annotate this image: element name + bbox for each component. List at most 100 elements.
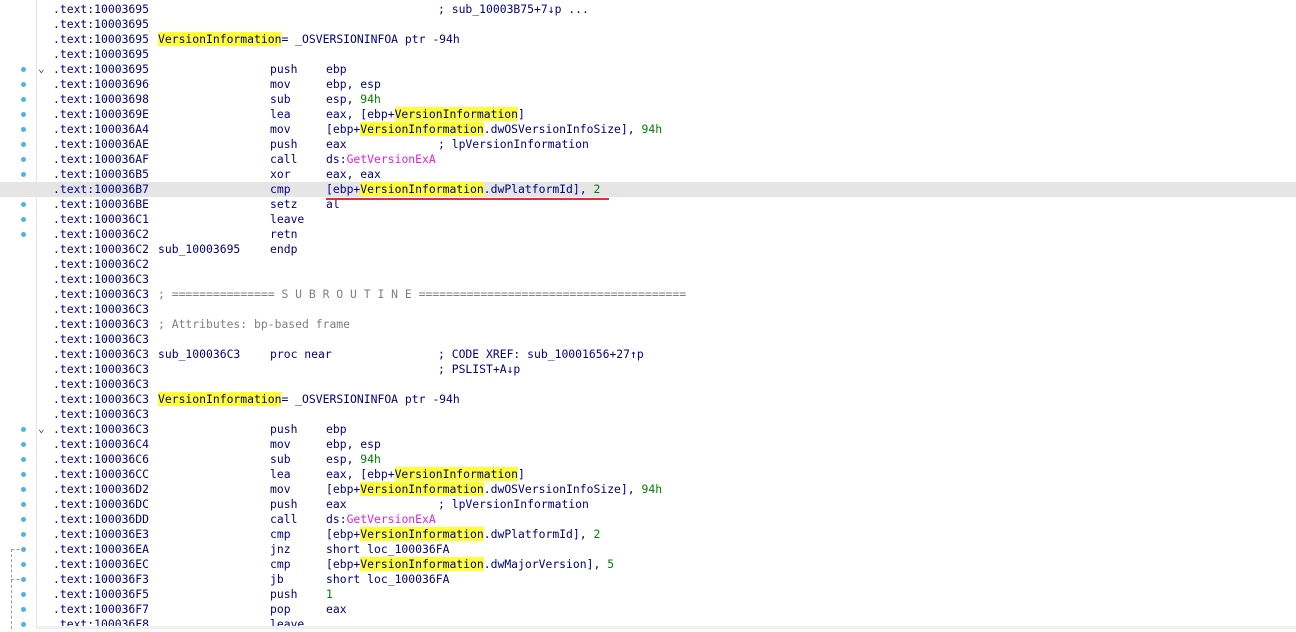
listing-line[interactable]: .text:100036E3 cmp [ebp+VersionInformation… xyxy=(0,527,1296,542)
listing-line[interactable]: .text:100036EA jnz short loc_100036FA xyxy=(0,542,1296,557)
operand[interactable]: eax, [ebp+VersionInformation] xyxy=(326,107,525,122)
operand[interactable]: 1 xyxy=(326,587,333,602)
operand[interactable]: ds:GetVersionExA xyxy=(326,152,436,167)
listing-line[interactable]: .text:10003698 sub esp, 94h xyxy=(0,92,1296,107)
listing-line[interactable]: .text:100036C3 sub_100036C3 proc near ; COD… xyxy=(0,347,1296,362)
operand[interactable]: [ebp+VersionInformation.dwOSVersionInfoS… xyxy=(326,122,662,137)
listing-line[interactable]: .text:100036AE push eax ; lpVersionInformat… xyxy=(0,137,1296,152)
listing-line[interactable]: .text:100036C3 xyxy=(0,272,1296,287)
listing-line[interactable]: .text:100036C3 VersionInformation= _OSVER… xyxy=(0,392,1296,407)
address: .text:100036F8 xyxy=(53,617,150,631)
operand[interactable]: esp, 94h xyxy=(326,92,381,107)
mnemonic: mov xyxy=(270,77,291,91)
operand[interactable]: [ebp+VersionInformation.dwPlatformId], 2 xyxy=(326,527,600,542)
listing-line[interactable]: .text:100036C3 push ebp xyxy=(0,422,1296,437)
operand[interactable]: eax, [ebp+VersionInformation] xyxy=(326,467,525,482)
listing-line[interactable]: .text:100036C3 ; Attributes: bp-based fra… xyxy=(0,317,1296,332)
address: .text:1000369E xyxy=(53,107,150,121)
operand[interactable]: short loc_100036FA xyxy=(326,542,449,557)
address: .text:100036CC xyxy=(53,467,150,481)
listing-line[interactable]: .text:100036C3 xyxy=(0,302,1296,317)
disassembly-listing[interactable]: .text:10003695; sub_10003B75+7↓p ... .tex… xyxy=(0,2,1296,632)
listing-line[interactable]: .text:100036F5 push 1 xyxy=(0,587,1296,602)
mnemonic: lea xyxy=(270,467,291,481)
operand[interactable]: [ebp+VersionInformation.dwPlatformId], 2 xyxy=(326,182,600,197)
stack-var-name[interactable]: VersionInformation xyxy=(158,392,282,406)
listing-line[interactable]: .text:100036C3 xyxy=(0,377,1296,392)
operand[interactable]: eax xyxy=(326,497,347,512)
address: .text:100036C3 xyxy=(53,317,150,331)
mnemonic: proc near xyxy=(270,347,332,361)
listing-line[interactable]: .text:1000369E lea eax, [ebp+VersionInform… xyxy=(0,107,1296,122)
operand[interactable]: ebp, esp xyxy=(326,77,381,92)
stack-var-type: = _OSVERSIONINFOA ptr -94h xyxy=(281,392,460,406)
listing-line[interactable]: .text:100036C6 sub esp, 94h xyxy=(0,452,1296,467)
listing-line[interactable]: .text:100036C4 mov ebp, esp xyxy=(0,437,1296,452)
mnemonic: cmp xyxy=(270,182,291,196)
listing-line[interactable]: .text:100036F8 leave xyxy=(0,617,1296,632)
address: .text:100036C3 xyxy=(53,362,150,376)
listing-line[interactable]: .text:100036C3 ; PSLIST+A↓p xyxy=(0,362,1296,377)
operand[interactable]: ebp xyxy=(326,422,347,437)
mnemonic: leave xyxy=(270,617,305,631)
listing-line[interactable]: .text:10003695 push ebp xyxy=(0,62,1296,77)
address: .text:100036C3 xyxy=(53,272,150,286)
address: .text:100036C6 xyxy=(53,452,150,466)
operand[interactable]: [ebp+VersionInformation.dwOSVersionInfoS… xyxy=(326,482,662,497)
address: .text:100036EC xyxy=(53,557,150,571)
operand[interactable]: ds:GetVersionExA xyxy=(326,512,436,527)
stack-var-name[interactable]: VersionInformation xyxy=(158,32,282,46)
listing-line[interactable]: .text:100036D2 mov [ebp+VersionInformation… xyxy=(0,482,1296,497)
listing-line[interactable]: .text:100036C1 leave xyxy=(0,212,1296,227)
operand[interactable]: esp, 94h xyxy=(326,452,381,467)
stack-var-definition[interactable]: VersionInformation= _OSVERSIONINFOA ptr … xyxy=(158,392,460,407)
address: .text:100036C3 xyxy=(53,422,150,436)
operand[interactable]: ebp xyxy=(326,62,347,77)
listing-line[interactable]: .text:100036B5 xor eax, eax xyxy=(0,167,1296,182)
listing-line[interactable]: .text:100036C3 xyxy=(0,407,1296,422)
search-highlight: VersionInformation xyxy=(360,557,484,571)
search-highlight: VersionInformation xyxy=(394,107,519,121)
listing-line[interactable]: .text:100036C2 sub_10003695 endp xyxy=(0,242,1296,257)
listing-line[interactable]: .text:10003696 mov ebp, esp xyxy=(0,77,1296,92)
listing-line[interactable]: .text:100036C2 retn xyxy=(0,227,1296,242)
mnemonic: setz xyxy=(270,197,298,211)
listing-line[interactable]: .text:100036EC cmp [ebp+VersionInformation… xyxy=(0,557,1296,572)
listing-line[interactable]: .text:100036C3 ; =============== S U B R … xyxy=(0,287,1296,302)
listing-line[interactable]: .text:100036C2 xyxy=(0,257,1296,272)
operand[interactable]: short loc_100036FA xyxy=(326,572,449,587)
address: .text:10003695 xyxy=(53,62,150,76)
disassembly-view[interactable]: .text:10003695; sub_10003B75+7↓p ... .tex… xyxy=(0,0,1296,632)
stack-var-definition[interactable]: VersionInformation= _OSVERSIONINFOA ptr … xyxy=(158,32,460,47)
listing-line[interactable]: .text:100036C3 xyxy=(0,332,1296,347)
listing-line[interactable]: .text:100036DC push eax ; lpVersionInformat… xyxy=(0,497,1296,512)
listing-line[interactable]: .text:100036CC lea eax, [ebp+VersionInform… xyxy=(0,467,1296,482)
stack-var-type: = _OSVERSIONINFOA ptr -94h xyxy=(281,32,460,46)
operand[interactable]: eax, eax xyxy=(326,167,381,182)
address: .text:100036AE xyxy=(53,137,150,151)
listing-line[interactable]: .text:10003695 VersionInformation= _OSVER… xyxy=(0,32,1296,47)
listing-line[interactable]: .text:10003695 ; sub_10003B75+7↓p ... xyxy=(0,2,1296,17)
chevron-down-icon[interactable]: ⌄ xyxy=(38,63,50,75)
error-underline xyxy=(326,198,609,200)
operand[interactable]: [ebp+VersionInformation.dwMajorVersion],… xyxy=(326,557,614,572)
listing-line[interactable]: .text:10003695 xyxy=(0,17,1296,32)
listing-line[interactable]: .text:100036A4 mov [ebp+VersionInformation… xyxy=(0,122,1296,137)
mnemonic: push xyxy=(270,422,298,436)
listing-line[interactable]: .text:10003695 xyxy=(0,47,1296,62)
operand[interactable]: eax xyxy=(326,602,347,617)
function-label[interactable]: sub_10003695 xyxy=(158,242,240,257)
comment: ; sub_10003B75+7↓p ... xyxy=(438,2,589,16)
operand[interactable]: eax xyxy=(326,137,347,152)
comment: ; PSLIST+A↓p xyxy=(438,362,521,376)
listing-line[interactable]: .text:100036B7 cmp [ebp+VersionInformation… xyxy=(0,182,1296,197)
listing-line[interactable]: .text:100036F7 pop eax xyxy=(0,602,1296,617)
listing-line[interactable]: .text:100036DD call ds:GetVersionExA xyxy=(0,512,1296,527)
chevron-down-icon[interactable]: ⌄ xyxy=(38,423,50,435)
operand[interactable]: ebp, esp xyxy=(326,437,381,452)
function-label[interactable]: sub_100036C3 xyxy=(158,347,240,362)
address: .text:100036C3 xyxy=(53,332,150,346)
listing-line[interactable]: .text:100036F3 jb short loc_100036FA xyxy=(0,572,1296,587)
listing-line[interactable]: .text:100036BE setz al xyxy=(0,197,1296,212)
listing-line[interactable]: .text:100036AF call ds:GetVersionExA xyxy=(0,152,1296,167)
